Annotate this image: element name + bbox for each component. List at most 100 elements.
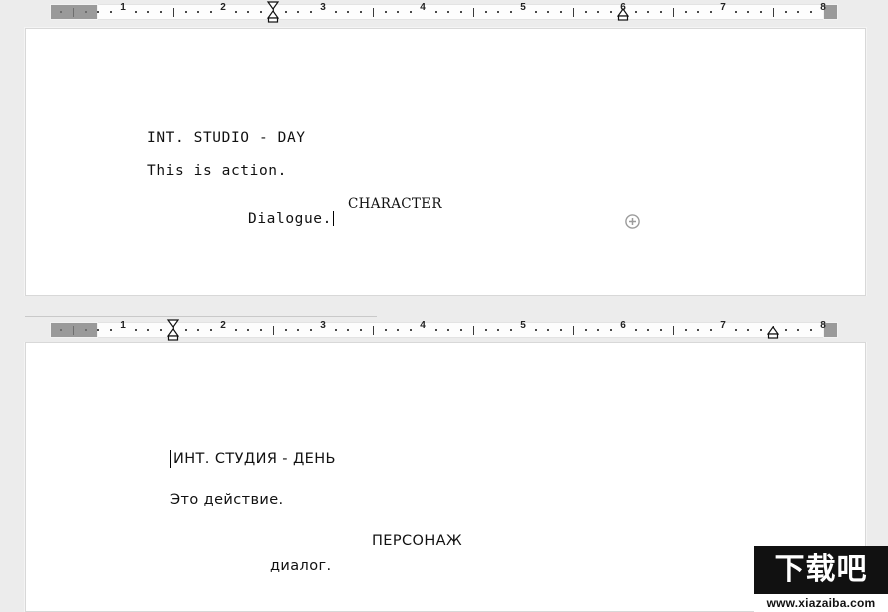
- ruler-tick: [772, 8, 774, 17]
- ruler-tick: [309, 329, 312, 331]
- screenplay-editor-window: 1 2 3 4 5 6 7 8 INT. STUDIO - DAY This is actio…: [0, 0, 888, 612]
- document-page-russian[interactable]: [25, 342, 866, 612]
- ruler-tick: [672, 326, 674, 335]
- watermark: 下载吧 www.xiazaiba.com: [754, 546, 888, 612]
- ruler-tick: [384, 11, 387, 13]
- ruler-tick: [259, 329, 262, 331]
- scene-heading-line-ru[interactable]: ИНТ. СТУДИЯ - ДЕНЬ: [173, 451, 336, 467]
- top-ruler-track[interactable]: [0, 4, 888, 20]
- bottom-ruler-track[interactable]: [0, 322, 888, 338]
- ruler-tick: [347, 329, 349, 331]
- character-cue-line[interactable]: CHARACTER: [348, 196, 442, 212]
- ruler-tick: [597, 11, 599, 13]
- ruler-tick: [597, 329, 599, 331]
- ruler-tick: [397, 11, 399, 13]
- character-cue-line-ru[interactable]: ПЕРСОНАЖ: [372, 533, 462, 549]
- ruler-tick: [334, 329, 337, 331]
- leading-text-caret: [170, 450, 171, 468]
- right-indent-marker[interactable]: [766, 325, 780, 340]
- ruler-tick: [459, 329, 462, 331]
- ruler-number-3: 3: [320, 2, 326, 13]
- ruler-tick: [572, 8, 574, 17]
- english-document-pane[interactable]: INT. STUDIO - DAY This is action. CHARAC…: [0, 24, 888, 296]
- ruler-tick: [572, 326, 574, 335]
- ruler-left-margin-zone[interactable]: [50, 322, 98, 338]
- ruler-tick: [584, 329, 587, 331]
- first-line-indent-marker[interactable]: [166, 318, 180, 342]
- ruler-left-margin-zone[interactable]: [50, 4, 98, 20]
- ruler-tick: [384, 329, 387, 331]
- ruler-tick: [184, 329, 187, 331]
- first-line-indent-marker-icon: [266, 1, 280, 23]
- right-indent-marker[interactable]: [616, 7, 630, 22]
- ruler-tick: [747, 329, 749, 331]
- ruler-number-2: 2: [220, 2, 226, 13]
- ruler-tick: [459, 11, 462, 13]
- plus-circle-icon: [625, 214, 640, 229]
- ruler-tick: [159, 11, 162, 13]
- ruler-tick: [709, 329, 712, 331]
- ruler-tick: [534, 11, 537, 13]
- ruler-tick: [409, 329, 412, 331]
- ruler-tick: [609, 329, 612, 331]
- ruler-tick: [159, 329, 162, 331]
- ruler-tick: [209, 329, 212, 331]
- watermark-logo: 下载吧: [754, 546, 888, 594]
- ruler-tick: [247, 11, 249, 13]
- ruler-tick: [672, 8, 674, 17]
- ruler-tick: [634, 11, 637, 13]
- ruler-tick: [297, 11, 299, 13]
- ruler-tick: [709, 11, 712, 13]
- ruler-number-3: 3: [320, 320, 326, 331]
- ruler-tick: [809, 11, 812, 13]
- ruler-tick: [309, 11, 312, 13]
- ruler-number-5: 5: [520, 2, 526, 13]
- top-ruler[interactable]: 12345678: [0, 0, 888, 24]
- ruler-tick: [759, 11, 762, 13]
- ruler-number-7: 7: [720, 320, 726, 331]
- ruler-number-1: 1: [120, 320, 126, 331]
- action-line[interactable]: This is action.: [147, 163, 287, 179]
- ruler-tick: [59, 329, 62, 331]
- ruler-tick: [259, 11, 262, 13]
- ruler-tick: [609, 11, 612, 13]
- ruler-tick: [547, 11, 549, 13]
- ruler-tick: [147, 11, 149, 13]
- ruler-tick: [659, 11, 662, 13]
- ruler-tick: [559, 329, 562, 331]
- ruler-number-4: 4: [420, 320, 426, 331]
- ruler-tick: [684, 11, 687, 13]
- ruler-tick: [284, 11, 287, 13]
- ruler-tick: [209, 11, 212, 13]
- dialogue-text: Dialogue.: [248, 211, 332, 227]
- ruler-tick: [97, 329, 99, 331]
- action-line-ru[interactable]: Это действие.: [170, 492, 284, 508]
- ruler-tick: [447, 329, 449, 331]
- dialogue-line[interactable]: Dialogue.: [248, 211, 334, 227]
- ruler-tick: [272, 326, 274, 335]
- ruler-tick: [747, 11, 749, 13]
- ruler-tick: [447, 11, 449, 13]
- first-line-indent-marker[interactable]: [266, 0, 280, 24]
- ruler-tick: [797, 329, 799, 331]
- ruler-tick: [697, 11, 699, 13]
- scene-heading-line[interactable]: INT. STUDIO - DAY: [147, 130, 306, 146]
- bottom-ruler[interactable]: 1 2 3 4 5 6 7 8: [0, 318, 888, 342]
- ruler-number-7: 7: [720, 2, 726, 13]
- ruler-number-4: 4: [420, 2, 426, 13]
- ruler-tick: [134, 11, 137, 13]
- ruler-tick: [659, 329, 662, 331]
- ruler-tick: [534, 329, 537, 331]
- ruler-tick: [297, 329, 299, 331]
- dialogue-line-ru[interactable]: диалог.: [270, 558, 332, 574]
- ruler-tick: [59, 11, 62, 13]
- ruler-tick: [734, 11, 737, 13]
- first-line-indent-marker-icon: [166, 319, 180, 341]
- add-element-button[interactable]: [625, 214, 640, 229]
- document-page-english[interactable]: [25, 28, 866, 296]
- ruler-tick: [109, 11, 112, 13]
- ruler-tick: [372, 8, 374, 17]
- ruler-tick: [647, 11, 649, 13]
- ruler-tick: [559, 11, 562, 13]
- ruler-tick: [234, 329, 237, 331]
